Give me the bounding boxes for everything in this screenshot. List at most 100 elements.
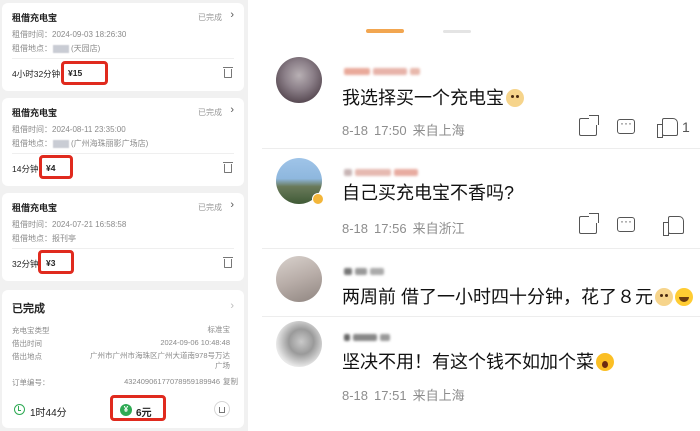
comment-icon[interactable]: [617, 214, 635, 232]
chevron-right-icon[interactable]: ›: [230, 9, 234, 21]
tab-indicator-secondary: [443, 30, 471, 33]
order-title: 租借充电宝: [12, 13, 58, 23]
order-card[interactable]: 租借充电宝 已完成 › 租借时间：2024-09-03 18:26:30 租借地…: [2, 3, 244, 91]
detail-label: 充电宝类型: [12, 326, 50, 335]
avatar[interactable]: [276, 57, 322, 103]
comment-date: 8-18: [342, 221, 369, 236]
comment-time: 17:56: [374, 221, 407, 236]
detail-duration: 1时44分: [30, 408, 67, 419]
avatar[interactable]: [276, 256, 322, 302]
divider: [262, 248, 700, 249]
comment-text: 自己买充电宝不香吗?: [342, 183, 515, 203]
rent-place-value: (天园店): [71, 44, 101, 53]
detail-label: 借出时间: [12, 339, 42, 348]
blurred-text: [53, 44, 69, 53]
detail-value: 广州市广州市海珠区广州大道南978号万达广场: [90, 351, 231, 370]
chevron-right-icon[interactable]: ›: [230, 199, 234, 211]
rent-time-row: 租借时间：2024-07-21 16:58:58: [12, 219, 126, 230]
comment-text: 我选择买一个充电宝: [342, 84, 524, 110]
order-status: 已完成: [198, 108, 222, 117]
detail-label: 订单编号：: [12, 378, 50, 387]
share-icon[interactable]: [579, 213, 599, 234]
comment-panel: 我选择买一个充电宝 8-18 17:50 来自上海 1 自己买充电宝不香吗? 8-1…: [248, 0, 700, 431]
rent-time-value: 2024-07-21 16:58:58: [52, 220, 127, 229]
rent-time-label: 租借时间：: [12, 125, 52, 134]
comment-icon[interactable]: [617, 116, 635, 134]
comment-time: 17:50: [374, 123, 407, 138]
username-blurred[interactable]: [344, 163, 421, 176]
rent-place-label: 租借地点：: [12, 44, 52, 53]
comment-meta: 8-18 17:50 来自上海: [342, 120, 471, 139]
highlight-box: [38, 250, 74, 274]
clock-icon: [14, 404, 25, 415]
comment-date: 8-18: [342, 123, 369, 138]
order-history-panel: 租借充电宝 已完成 › 租借时间：2024-09-03 18:26:30 租借地…: [0, 0, 248, 431]
like-icon[interactable]: [663, 216, 684, 236]
divider: [12, 248, 234, 249]
highlight-box: [39, 155, 73, 179]
comment-location: 来自上海: [412, 123, 465, 138]
divider: [12, 153, 234, 154]
highlight-box: [61, 61, 108, 85]
rent-time-row: 租借时间：2024-08-11 23:35:00: [12, 124, 126, 135]
order-status: 已完成: [198, 203, 222, 212]
divider: [262, 316, 700, 317]
comment-location: 来自上海: [412, 388, 465, 403]
rent-time-value: 2024-08-11 23:35:00: [52, 125, 126, 134]
blurred-text: [53, 139, 69, 148]
comment-date: 8-18: [342, 388, 369, 403]
order-detail-card[interactable]: 已完成 › 充电宝类型 标准宝 借出时间 2024-09-06 10:48:48…: [2, 290, 244, 428]
avatar[interactable]: [276, 321, 322, 367]
trash-icon[interactable]: [214, 401, 230, 417]
detail-value: 2024-09-06 10:48:48: [160, 338, 230, 347]
rent-time-label: 租借时间：: [12, 220, 52, 229]
comment-meta: 8-18 17:51 来自上海: [342, 385, 471, 404]
rent-place-label: 租借地点：: [12, 139, 52, 148]
order-card[interactable]: 租借充电宝 已完成 › 租借时间：2024-08-11 23:35:00 租借地…: [2, 98, 244, 186]
order-number: 43240906177078959189946: [124, 377, 220, 386]
screaming-emoji-icon: [596, 353, 614, 371]
dog-emoji-icon: [655, 288, 673, 306]
rent-time-label: 租借时间：: [12, 30, 52, 39]
comment-text-content: 坚决不用！有这个钱不如加个菜: [342, 352, 594, 372]
like-count: 1: [682, 119, 690, 135]
detail-value: 标准宝: [207, 325, 231, 334]
trash-icon[interactable]: [223, 67, 233, 78]
divider: [262, 148, 700, 149]
laughing-emoji-icon: [675, 288, 693, 306]
rent-place-value: (广州海珠丽影广场店): [71, 139, 149, 148]
order-card[interactable]: 租借充电宝 已完成 › 租借时间：2024-07-21 16:58:58 租借地…: [2, 193, 244, 281]
trash-icon[interactable]: [223, 257, 233, 268]
highlight-box: [110, 395, 166, 421]
trash-icon[interactable]: [223, 162, 233, 173]
comment-meta: 8-18 17:56 来自浙江: [342, 218, 471, 237]
dog-emoji-icon: [506, 89, 524, 107]
share-icon[interactable]: [579, 115, 599, 136]
rent-place-row: 租借地点：报刊亭: [12, 233, 76, 244]
comment-text: 坚决不用！有这个钱不如加个菜: [342, 348, 614, 374]
comment-text-content: 两周前 借了一小时四十分钟，花了８元: [342, 287, 653, 307]
divider: [12, 58, 234, 59]
rent-time-value: 2024-09-03 18:26:30: [52, 30, 127, 39]
order-title: 租借充电宝: [12, 108, 58, 118]
rent-place-label: 租借地点：: [12, 234, 52, 243]
order-title: 租借充电宝: [12, 203, 58, 213]
rent-duration: 32分钟: [12, 259, 39, 269]
rent-duration: 14分钟: [12, 164, 39, 174]
chevron-right-icon[interactable]: ›: [230, 300, 234, 312]
like-icon[interactable]: [657, 118, 678, 138]
username-blurred[interactable]: [344, 328, 393, 341]
rent-duration: 4小时32分钟: [12, 69, 61, 79]
rent-place-row: 租借地点： (广州海珠丽影广场店): [12, 138, 148, 149]
copy-link[interactable]: 复制: [223, 377, 238, 387]
tab-indicator: [366, 29, 404, 33]
detail-label: 借出地点: [12, 352, 42, 361]
chevron-right-icon[interactable]: ›: [230, 104, 234, 116]
comment-text-content: 我选择买一个充电宝: [342, 88, 504, 108]
rent-time-row: 租借时间：2024-09-03 18:26:30: [12, 29, 126, 40]
comment-location: 来自浙江: [412, 221, 465, 236]
detail-title: 已完成: [12, 303, 45, 315]
order-status: 已完成: [198, 13, 222, 22]
username-blurred[interactable]: [344, 262, 387, 275]
username-blurred[interactable]: [344, 62, 423, 75]
